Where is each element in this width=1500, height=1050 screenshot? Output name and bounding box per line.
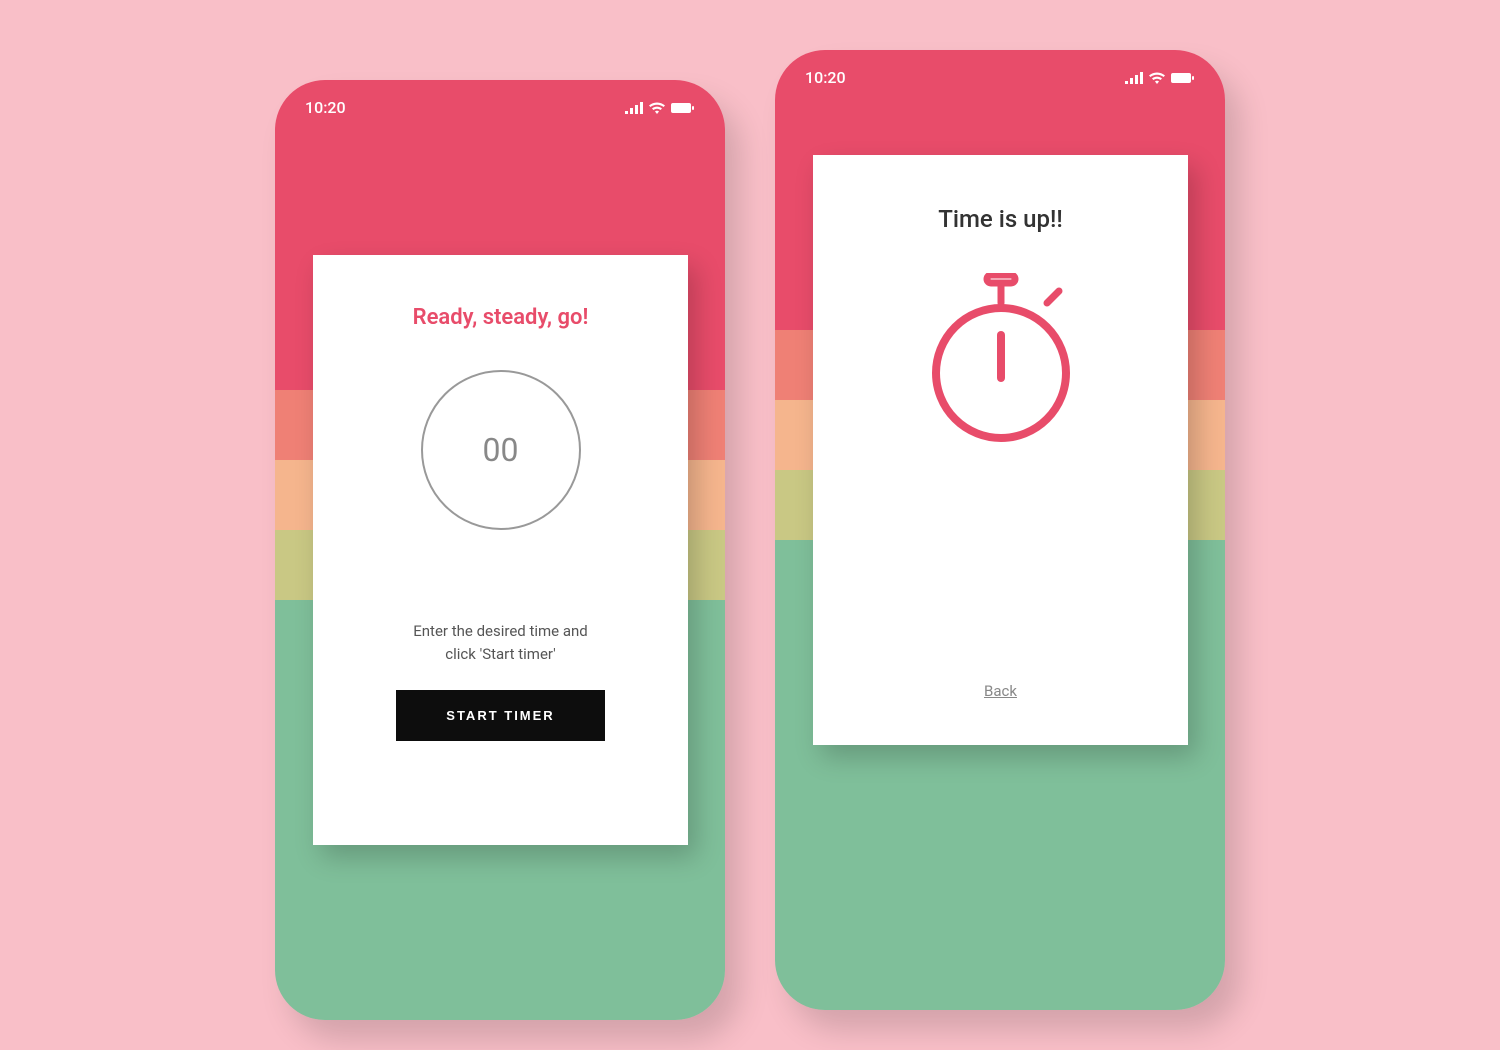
battery-icon (1171, 72, 1195, 84)
status-bar: 10:20 (275, 80, 725, 135)
wifi-icon (1149, 72, 1165, 84)
phone-mockup-done: 10:20 Time is up!! Back (775, 50, 1225, 1010)
timer-start-card: Ready, steady, go! 00 Enter the desired … (313, 255, 688, 845)
instruction-text: Enter the desired time and click 'Start … (401, 620, 601, 665)
timer-input-circle[interactable]: 00 (421, 370, 581, 530)
status-time: 10:20 (305, 98, 346, 117)
status-icons (625, 102, 695, 114)
card-heading: Time is up!! (938, 205, 1062, 233)
status-bar: 10:20 (775, 50, 1225, 105)
battery-icon (671, 102, 695, 114)
status-time: 10:20 (805, 68, 846, 87)
status-icons (1125, 72, 1195, 84)
signal-icon (625, 102, 643, 114)
phone-mockup-start: 10:20 Ready, steady, go! 00 Enter the de… (275, 80, 725, 1020)
timer-done-card: Time is up!! Back (813, 155, 1188, 745)
timer-value: 00 (483, 431, 519, 469)
signal-icon (1125, 72, 1143, 84)
card-heading: Ready, steady, go! (413, 305, 589, 330)
stopwatch-icon (921, 273, 1081, 453)
wifi-icon (649, 102, 665, 114)
start-timer-button[interactable]: START TIMER (396, 690, 604, 741)
back-link[interactable]: Back (984, 682, 1017, 700)
